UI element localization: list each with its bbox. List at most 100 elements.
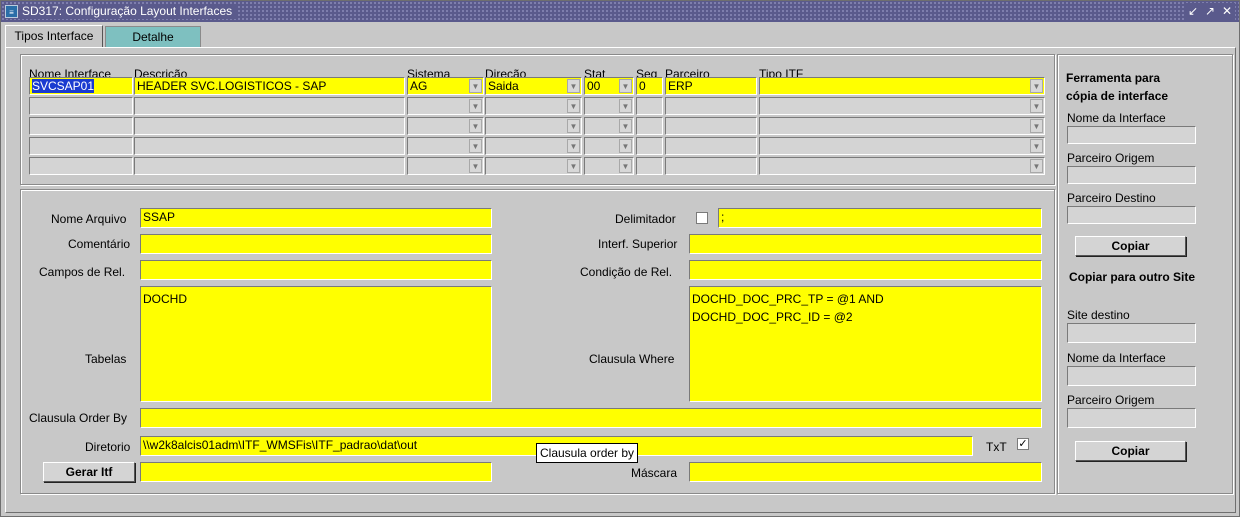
grid-cell-stat[interactable]: 00 ▼ <box>584 77 634 95</box>
grid-cell-direcao[interactable]: ▼ <box>485 97 582 115</box>
grid-cell-parceiro[interactable] <box>665 157 757 175</box>
chevron-down-icon[interactable]: ▼ <box>567 99 580 113</box>
comentario-label: Comentário <box>68 237 131 251</box>
copiar-button[interactable]: Copiar <box>1075 236 1186 256</box>
grid-cell-tipo[interactable]: ▼ <box>759 97 1045 115</box>
grid-cell-parceiro[interactable] <box>665 137 757 155</box>
chevron-down-icon[interactable]: ▼ <box>469 119 482 133</box>
chevron-down-icon[interactable]: ▼ <box>567 159 580 173</box>
tabelas-textarea[interactable]: DOCHD <box>140 286 492 402</box>
chevron-down-icon[interactable]: ▼ <box>1030 159 1043 173</box>
txt-checkbox[interactable]: ✓ <box>1017 438 1029 450</box>
grid-cell-nome[interactable] <box>29 117 133 135</box>
nome-interface2-input[interactable] <box>1067 366 1196 386</box>
grid-cell-stat[interactable]: ▼ <box>584 97 634 115</box>
where-textarea[interactable]: DOCHD_DOC_PRC_TP = @1 AND DOCHD_DOC_PRC_… <box>689 286 1042 402</box>
grid-cell-descricao[interactable] <box>134 97 405 115</box>
grid-cell-sistema[interactable]: AG ▼ <box>407 77 484 95</box>
txt-label: TxT <box>986 440 1007 454</box>
grid-cell-stat[interactable]: ▼ <box>584 137 634 155</box>
site-destino-input[interactable] <box>1067 323 1196 343</box>
where-label: Clausula Where <box>589 352 675 366</box>
grid-cell-sistema[interactable]: ▼ <box>407 117 484 135</box>
chevron-down-icon[interactable]: ▼ <box>469 99 482 113</box>
grid-cell-parceiro[interactable] <box>665 97 757 115</box>
chevron-down-icon[interactable]: ▼ <box>619 119 632 133</box>
grid-cell-stat[interactable]: ▼ <box>584 157 634 175</box>
chevron-down-icon[interactable]: ▼ <box>469 79 482 93</box>
grid-cell-seq[interactable]: 0 <box>636 77 663 95</box>
campos-rel-input[interactable] <box>140 260 492 280</box>
grid-cell-nome[interactable] <box>29 157 133 175</box>
tab-bar: Tipos Interface Detalhe <box>1 23 1239 48</box>
interf-superior-input[interactable] <box>689 234 1042 254</box>
chevron-down-icon[interactable]: ▼ <box>567 79 580 93</box>
grid-cell-nome[interactable] <box>29 137 133 155</box>
chevron-down-icon[interactable]: ▼ <box>469 159 482 173</box>
chevron-down-icon[interactable]: ▼ <box>619 159 632 173</box>
grid-cell-seq[interactable] <box>636 137 663 155</box>
app-icon: ≡ <box>5 5 18 18</box>
chevron-down-icon[interactable]: ▼ <box>1030 139 1043 153</box>
tab-tipos-interface[interactable]: Tipos Interface <box>5 25 103 48</box>
chevron-down-icon[interactable]: ▼ <box>1030 79 1043 93</box>
close-icon[interactable]: ✕ <box>1219 3 1235 19</box>
order-by-input[interactable] <box>140 408 1042 428</box>
grid-cell-sistema[interactable]: ▼ <box>407 97 484 115</box>
chevron-down-icon[interactable]: ▼ <box>1030 119 1043 133</box>
grid-cell-tipo[interactable]: ▼ <box>759 157 1045 175</box>
grid-cell-parceiro[interactable] <box>665 117 757 135</box>
gerar-itf-button[interactable]: Gerar Itf <box>43 462 135 482</box>
minimize-icon[interactable]: ↙ <box>1185 3 1201 19</box>
parceiro-origem-input[interactable] <box>1067 166 1196 184</box>
grid-cell-descricao[interactable] <box>134 117 405 135</box>
grid-cell-direcao[interactable]: ▼ <box>485 157 582 175</box>
parceiro-destino-input[interactable] <box>1067 206 1196 224</box>
order-by-tooltip: Clausula order by <box>536 443 639 463</box>
grid-cell-sistema[interactable]: ▼ <box>407 137 484 155</box>
comentario-input[interactable] <box>140 234 492 254</box>
grid-cell-descricao[interactable] <box>134 137 405 155</box>
chevron-down-icon[interactable]: ▼ <box>1030 99 1043 113</box>
nome-arquivo-input[interactable]: SSAP <box>140 208 492 228</box>
condicao-rel-label: Condição de Rel. <box>580 265 673 279</box>
grid-cell-tipo[interactable]: ▼ <box>759 77 1045 95</box>
tab-detalhe[interactable]: Detalhe <box>105 26 201 48</box>
delimitador-checkbox[interactable] <box>696 212 708 224</box>
interf-superior-label: Interf. Superior <box>598 237 678 251</box>
mascara-input[interactable] <box>689 462 1042 482</box>
grid-cell-tipo[interactable]: ▼ <box>759 137 1045 155</box>
chevron-down-icon[interactable]: ▼ <box>619 99 632 113</box>
delimitador-input[interactable]: ; <box>718 208 1042 228</box>
copiar-site-button[interactable]: Copiar <box>1075 441 1186 461</box>
grid-cell-seq[interactable] <box>636 97 663 115</box>
title-bar[interactable]: ≡ SD317: Configuração Layout Interfaces … <box>1 1 1239 22</box>
diretorio-label: Diretorio <box>85 440 131 454</box>
grid-cell-nome[interactable] <box>29 97 133 115</box>
condicao-rel-input[interactable] <box>689 260 1042 280</box>
chevron-down-icon[interactable]: ▼ <box>469 139 482 153</box>
grid-cell-descricao[interactable]: HEADER SVC.LOGISTICOS - SAP <box>134 77 405 95</box>
gerar-itf-input[interactable] <box>140 462 492 482</box>
grid-cell-sistema[interactable]: ▼ <box>407 157 484 175</box>
grid-cell-descricao[interactable] <box>134 157 405 175</box>
grid-cell-direcao[interactable]: Saida ▼ <box>485 77 582 95</box>
grid-cell-parceiro[interactable]: ERP <box>665 77 757 95</box>
chevron-down-icon[interactable]: ▼ <box>567 139 580 153</box>
chevron-down-icon[interactable]: ▼ <box>619 79 632 93</box>
restore-icon[interactable]: ↗ <box>1202 3 1218 19</box>
tabelas-label: Tabelas <box>85 352 127 366</box>
grid-cell-stat[interactable]: ▼ <box>584 117 634 135</box>
nome-interface-input[interactable] <box>1067 126 1196 144</box>
grid-cell-seq-text: 0 <box>639 79 646 93</box>
copy-site-heading: Copiar para outro Site <box>1068 270 1196 284</box>
grid-cell-nome[interactable]: SVCSAP01 <box>29 77 133 95</box>
grid-cell-direcao[interactable]: ▼ <box>485 137 582 155</box>
chevron-down-icon[interactable]: ▼ <box>619 139 632 153</box>
parceiro-origem2-input[interactable] <box>1067 408 1196 428</box>
grid-cell-seq[interactable] <box>636 117 663 135</box>
grid-cell-direcao[interactable]: ▼ <box>485 117 582 135</box>
grid-cell-seq[interactable] <box>636 157 663 175</box>
chevron-down-icon[interactable]: ▼ <box>567 119 580 133</box>
grid-cell-tipo[interactable]: ▼ <box>759 117 1045 135</box>
